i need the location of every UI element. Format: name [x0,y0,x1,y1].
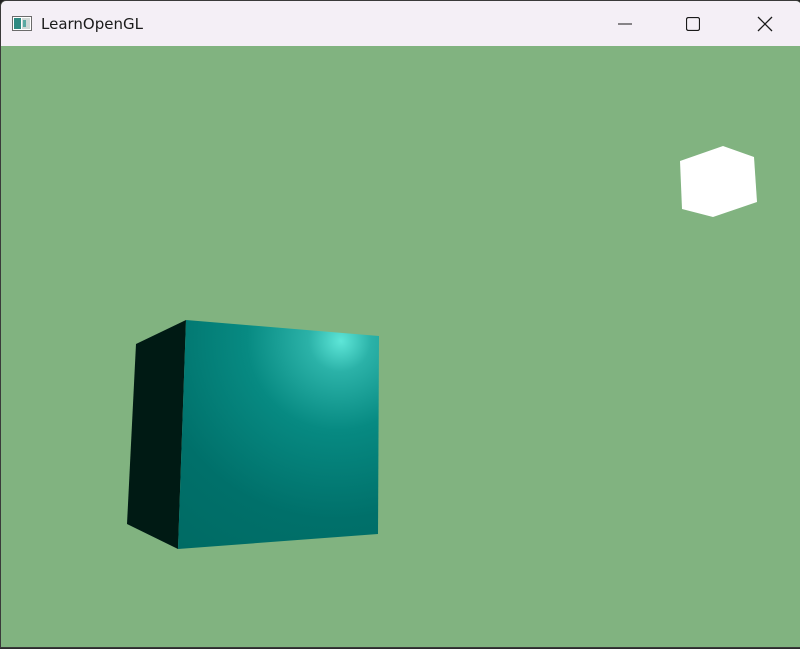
lit-cube [127,320,379,549]
maximize-icon [686,16,700,31]
close-icon [757,16,773,32]
window-app-icon [12,16,32,31]
title-bar[interactable]: LearnOpenGL [1,1,801,46]
lit-cube-front-face [178,320,379,549]
scene-render [127,146,757,549]
window-title: LearnOpenGL [41,15,143,33]
desktop-edge [800,0,804,649]
close-button[interactable] [731,1,799,46]
lit-cube-side-face [127,320,186,549]
minimize-icon [618,17,632,31]
learnopengl-window: LearnOpenGL [0,0,802,648]
minimize-button[interactable] [591,1,659,46]
light-source-cube [680,146,757,217]
opengl-viewport[interactable] [1,46,801,647]
light-cube-shape [680,146,757,217]
maximize-button[interactable] [659,1,727,46]
